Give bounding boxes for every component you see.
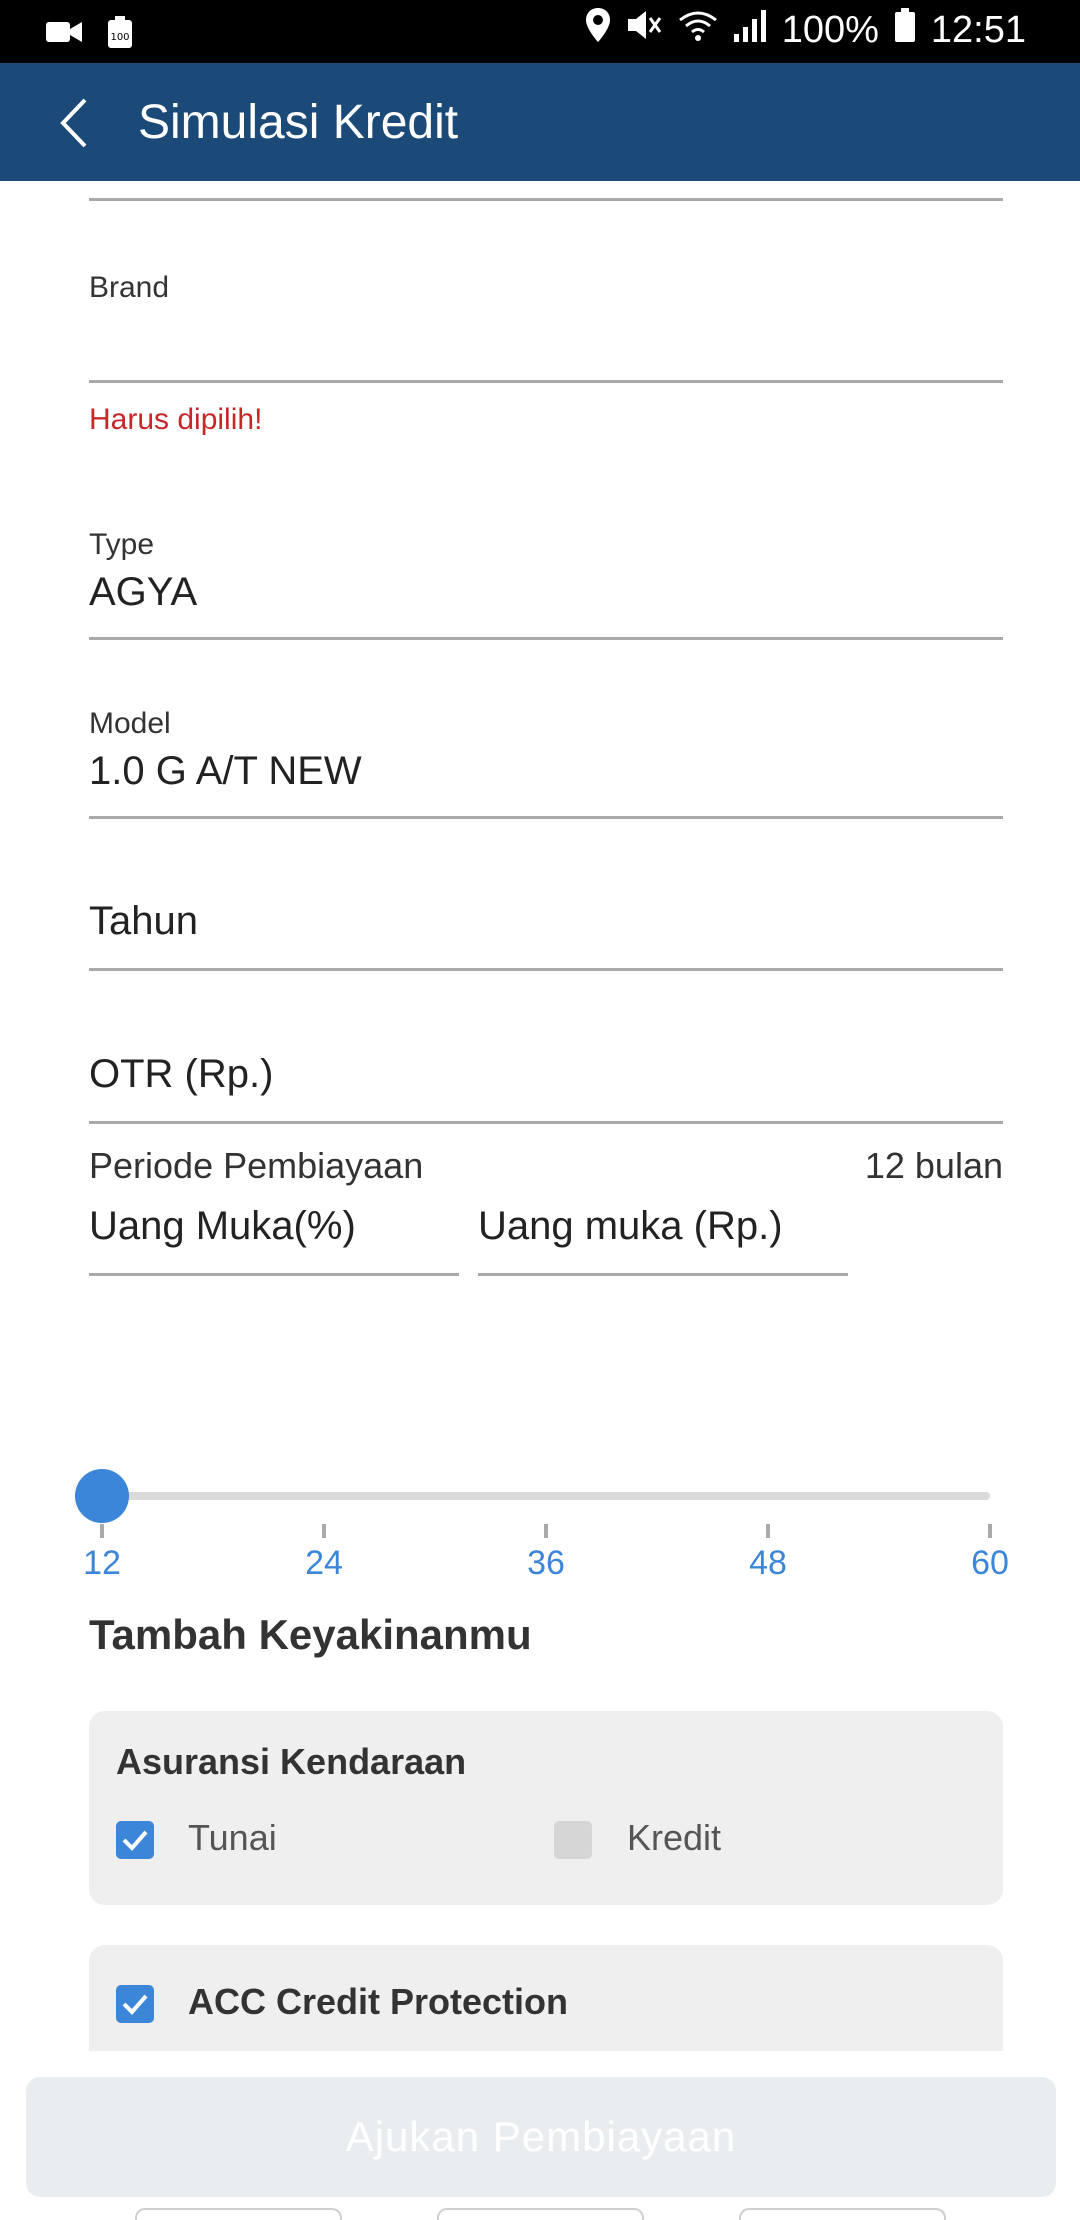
- app-bar: Simulasi Kredit: [0, 63, 1080, 181]
- page-title: Simulasi Kredit: [138, 96, 459, 149]
- kredit-label[interactable]: Kredit: [627, 1817, 721, 1859]
- slider-tick: [322, 1524, 326, 1538]
- otr-field[interactable]: OTR (Rp.): [89, 1034, 1003, 1124]
- model-label: Model: [89, 707, 171, 740]
- down-payment-rupiah-placeholder: Uang muka (Rp.): [478, 1204, 783, 1248]
- slider-tick-label[interactable]: 60: [950, 1544, 1030, 1583]
- signal-icon: [733, 9, 766, 52]
- brand-label: Brand: [89, 271, 170, 304]
- slider-tick-label[interactable]: 48: [728, 1544, 808, 1583]
- bottom-tab[interactable]: [739, 2208, 946, 2220]
- period-label: Periode Pembiayaan: [89, 1145, 424, 1186]
- status-bar: 100 100% 12:51: [0, 0, 1080, 63]
- clock: 12:51: [930, 8, 1026, 51]
- period-slider[interactable]: [75, 1469, 990, 1523]
- brand-field[interactable]: Brand: [89, 271, 1003, 383]
- bottom-tab[interactable]: [437, 2208, 644, 2220]
- down-payment-rupiah-field[interactable]: Uang muka (Rp.): [478, 1186, 848, 1276]
- tunai-checkbox[interactable]: [116, 1821, 154, 1859]
- previous-field-underline: [89, 181, 1003, 201]
- svg-text:100: 100: [110, 32, 129, 43]
- type-value: AGYA: [89, 570, 198, 614]
- tunai-label[interactable]: Tunai: [188, 1817, 277, 1859]
- insurance-title: Asuransi Kendaraan: [116, 1741, 467, 1782]
- slider-tick: [766, 1524, 770, 1538]
- type-field[interactable]: Type AGYA: [89, 528, 1003, 640]
- tahun-placeholder: Tahun: [89, 899, 198, 943]
- slider-tick-label[interactable]: 24: [284, 1544, 364, 1583]
- down-payment-percent-field[interactable]: Uang Muka(%): [89, 1186, 459, 1276]
- chevron-left-icon: [60, 98, 87, 148]
- form-content[interactable]: Brand Harus dipilih! Type AGYA Model 1.0…: [0, 181, 1080, 2051]
- credit-protection-checkbox[interactable]: [116, 1985, 154, 2023]
- battery-percent: 100%: [781, 8, 879, 51]
- credit-protection-label[interactable]: ACC Credit Protection: [188, 1981, 568, 2023]
- check-icon: [122, 1830, 148, 1851]
- slider-tick: [100, 1524, 104, 1538]
- submit-button-label: Ajukan Pembiayaan: [345, 2113, 737, 2160]
- model-field[interactable]: Model 1.0 G A/T NEW: [89, 707, 1003, 819]
- kredit-checkbox[interactable]: [554, 1821, 592, 1859]
- type-label: Type: [89, 528, 155, 561]
- slider-tick-label[interactable]: 36: [506, 1544, 586, 1583]
- tahun-field[interactable]: Tahun: [89, 881, 1003, 971]
- submit-button[interactable]: Ajukan Pembiayaan: [26, 2077, 1056, 2197]
- location-icon: [585, 8, 610, 52]
- brand-error: Harus dipilih!: [89, 403, 263, 436]
- check-icon: [122, 1994, 148, 2015]
- insurance-card: Asuransi Kendaraan Tunai Kredit: [89, 1711, 1003, 1905]
- otr-placeholder: OTR (Rp.): [89, 1052, 274, 1096]
- slider-tick-label[interactable]: 12: [62, 1544, 142, 1583]
- model-value: 1.0 G A/T NEW: [89, 749, 362, 793]
- down-payment-percent-placeholder: Uang Muka(%): [89, 1204, 356, 1248]
- period-value: 12 bulan: [864, 1145, 1003, 1186]
- bottom-tab[interactable]: [135, 2208, 342, 2220]
- battery-100-icon: 100: [108, 16, 132, 53]
- credit-protection-card: ACC Credit Protection: [89, 1945, 1003, 2051]
- slider-tick: [988, 1524, 992, 1538]
- slider-tick: [544, 1524, 548, 1538]
- wifi-icon: [678, 9, 718, 52]
- section-title: Tambah Keyakinanmu: [89, 1611, 532, 1658]
- slider-track[interactable]: [102, 1492, 990, 1500]
- slider-thumb[interactable]: [75, 1469, 129, 1523]
- video-camera-icon: [46, 19, 82, 50]
- back-button[interactable]: [44, 93, 104, 153]
- mute-icon: [626, 8, 662, 52]
- battery-icon: [894, 8, 915, 52]
